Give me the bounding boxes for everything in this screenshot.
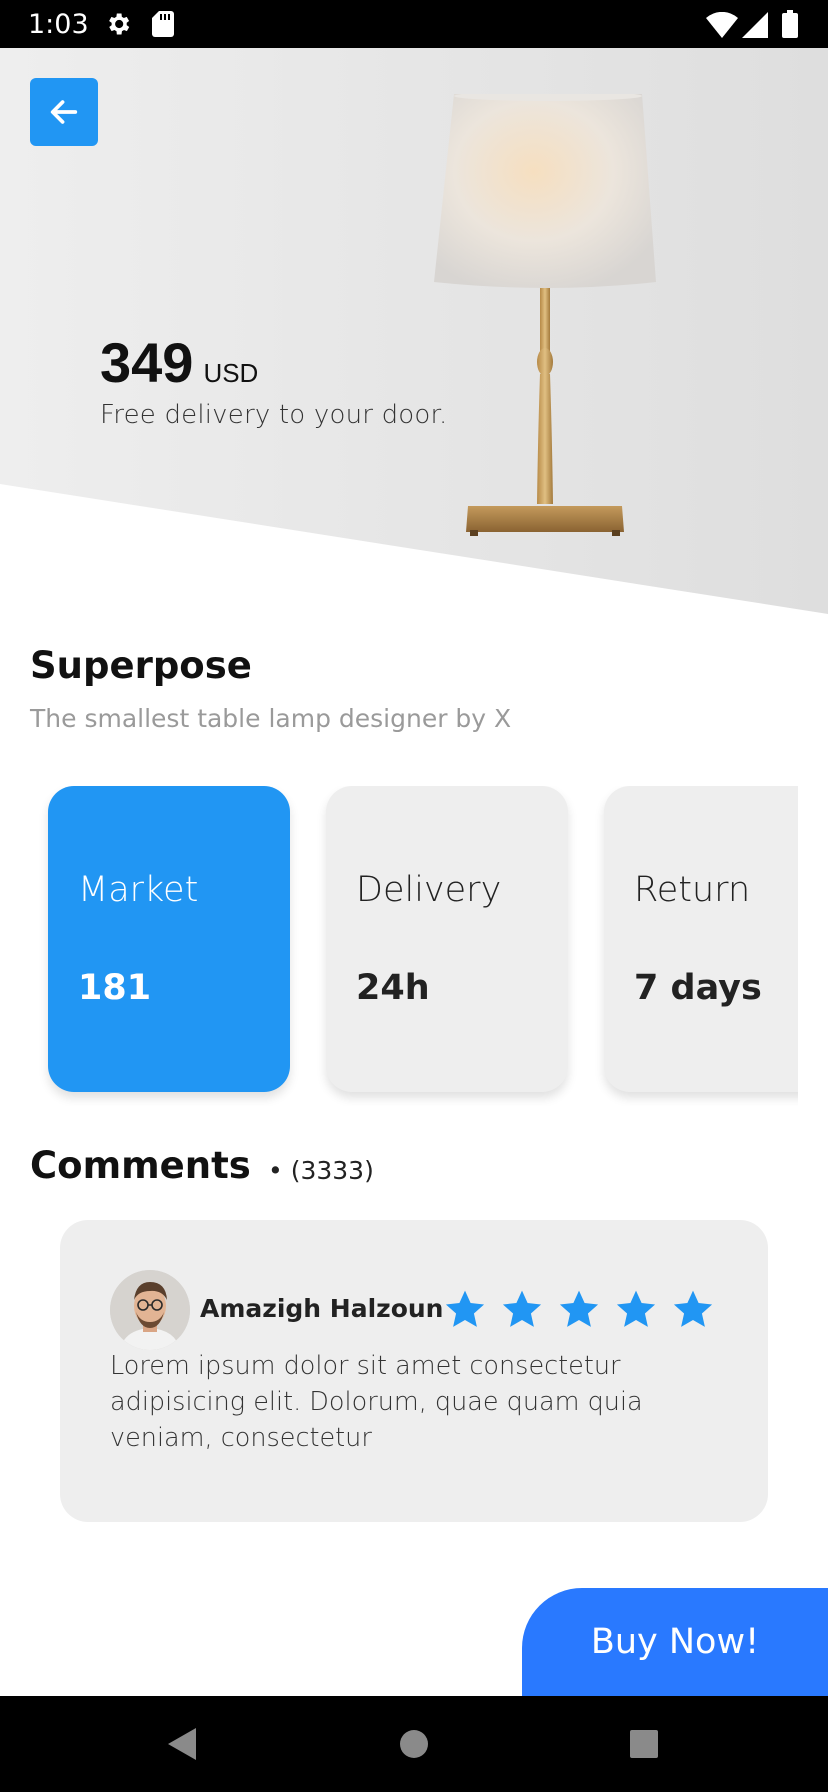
stat-card-value: 24h [356,968,430,1008]
recents-square-icon[interactable] [628,1728,660,1760]
product-hero: 349 USD Free delivery to your door. [0,48,828,614]
back-triangle-icon[interactable] [166,1726,198,1762]
stat-card-delivery[interactable]: Delivery 24h [326,786,568,1092]
stats-carousel[interactable]: Market 181 Delivery 24h Return 7 days [0,786,798,1106]
wifi-icon [706,12,738,38]
star-icon [616,1290,656,1327]
comments-heading: Comments [30,1144,251,1187]
price-value: 349 [100,331,194,394]
status-time: 1:03 [28,9,89,40]
stat-card-title: Return [634,870,751,910]
comment-card: Amazigh Halzoun Lorem ipsum dolor sit am… [60,1220,768,1522]
lamp-product-image [434,94,656,536]
commenter-name: Amazigh Halzoun [200,1294,444,1323]
user-avatar-icon [110,1270,190,1350]
star-icon [502,1290,542,1327]
stat-card-value: 7 days [634,968,762,1008]
signal-icon [742,12,768,38]
arrow-left-icon [50,100,78,124]
comment-text: Lorem ipsum dolor sit amet consectetur a… [110,1351,643,1453]
stat-card-market[interactable]: Market 181 [48,786,290,1092]
buy-now-button[interactable]: Buy Now! [522,1588,828,1696]
rating-stars [444,1288,729,1330]
sd-card-icon [152,11,174,37]
star-icon [673,1290,713,1327]
battery-icon [782,10,798,38]
delivery-note: Free delivery to your door. [100,400,448,430]
stat-card-title: Market [78,870,199,910]
price: 349 USD [100,330,258,395]
price-currency: USD [203,358,259,388]
product-subtitle: The smallest table lamp designer by X [30,704,512,733]
gear-icon [109,13,130,35]
stat-card-value: 181 [78,968,152,1008]
back-button[interactable] [30,78,98,146]
comments-count: • (3333) [268,1156,374,1185]
home-circle-icon[interactable] [398,1728,430,1760]
star-icon [559,1290,599,1327]
avatar [110,1270,190,1350]
star-icon [445,1290,485,1327]
navigation-bar [0,1696,828,1792]
stat-card-return[interactable]: Return 7 days [604,786,798,1092]
status-bar: 1:03 [0,0,828,48]
stat-card-title: Delivery [356,870,502,910]
product-name: Superpose [30,644,252,687]
product-detail-screen: 1:03 349 USD Free delivery to your door.… [0,0,828,1792]
